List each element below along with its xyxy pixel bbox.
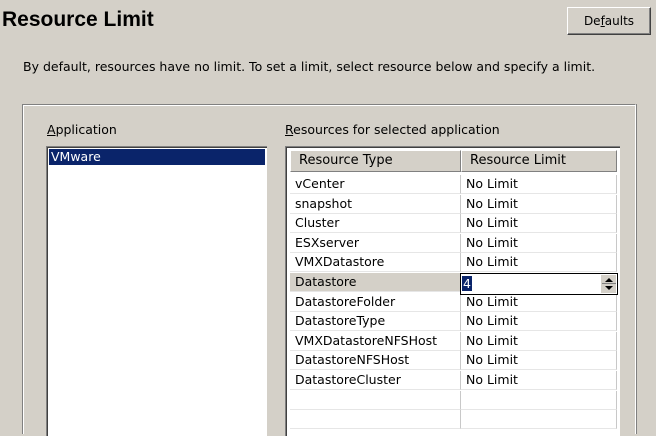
resource-type-cell[interactable]: Cluster: [290, 214, 461, 234]
application-list[interactable]: VMware: [46, 146, 267, 436]
resource-type-cell[interactable]: Datastore: [290, 273, 461, 292]
resource-type-cell[interactable]: vCenter: [290, 175, 461, 194]
spinner-divider: [602, 283, 616, 284]
resource-type-cell[interactable]: DatastoreFolder: [290, 292, 461, 312]
table-row[interactable]: DatastoreFolder No Limit: [288, 292, 621, 312]
resource-limit-cell[interactable]: No Limit: [461, 214, 617, 234]
resource-limit-cell[interactable]: No Limit: [461, 331, 617, 351]
resource-type-cell[interactable]: DatastoreType: [290, 312, 461, 332]
description-text: By default, resources have no limit. To …: [23, 59, 596, 74]
table-row[interactable]: ESXserver No Limit: [288, 233, 621, 253]
application-label-text: pplication: [55, 122, 117, 137]
resource-limit-cell[interactable]: No Limit: [461, 312, 617, 332]
column-header-resource-type[interactable]: Resource Type: [290, 150, 461, 172]
table-row[interactable]: vCenter No Limit: [288, 175, 621, 194]
application-label: Application: [47, 122, 117, 137]
resource-limit-cell[interactable]: No Limit: [461, 351, 617, 371]
limit-spinner-value[interactable]: 4: [462, 276, 472, 291]
application-item-vmware[interactable]: VMware: [49, 149, 265, 165]
resource-type-cell[interactable]: ESXserver: [290, 233, 461, 253]
resources-label: Resources for selected application: [285, 122, 500, 137]
table-row[interactable]: DatastoreNFSHost No Limit: [288, 351, 621, 371]
resources-label-text: esources for selected application: [293, 122, 500, 137]
empty-cell: [461, 410, 617, 430]
defaults-button-label-post: aults: [604, 14, 635, 28]
empty-table-row: [288, 390, 621, 410]
application-label-accel: A: [47, 122, 56, 137]
resource-limit-cell[interactable]: No Limit: [461, 292, 617, 312]
page-title: Resource Limit: [2, 8, 154, 31]
resource-type-cell[interactable]: DatastoreNFSHost: [290, 351, 461, 371]
spinner-down-icon[interactable]: [605, 286, 613, 290]
resources-label-accel: R: [285, 122, 294, 137]
table-row[interactable]: Cluster No Limit: [288, 214, 621, 234]
table-row[interactable]: VMXDatastore No Limit: [288, 253, 621, 273]
resource-limit-cell[interactable]: No Limit: [461, 233, 617, 253]
spinner-arrows[interactable]: [601, 275, 616, 293]
table-row[interactable]: DatastoreCluster No Limit: [288, 371, 621, 390]
defaults-button-label-pre: De: [583, 14, 601, 28]
defaults-button[interactable]: De f aults: [567, 7, 651, 35]
resource-type-cell[interactable]: VMXDatastoreNFSHost: [290, 331, 461, 351]
empty-table-row: [288, 410, 621, 430]
table-row[interactable]: VMXDatastoreNFSHost No Limit: [288, 331, 621, 351]
limit-spinner[interactable]: 4: [460, 273, 618, 295]
resource-limit-cell[interactable]: No Limit: [461, 194, 617, 214]
resource-limit-cell[interactable]: No Limit: [461, 175, 617, 194]
empty-cell: [461, 390, 617, 410]
resource-type-cell[interactable]: DatastoreCluster: [290, 371, 461, 390]
empty-cell: [290, 410, 461, 430]
resource-limit-cell[interactable]: No Limit: [461, 371, 617, 390]
resource-limit-cell[interactable]: No Limit: [461, 253, 617, 273]
table-row[interactable]: snapshot No Limit: [288, 194, 621, 214]
empty-cell: [290, 390, 461, 410]
resource-type-cell[interactable]: VMXDatastore: [290, 253, 461, 273]
table-row[interactable]: DatastoreType No Limit: [288, 312, 621, 332]
column-header-resource-limit[interactable]: Resource Limit: [461, 150, 617, 172]
spinner-up-icon[interactable]: [605, 278, 613, 282]
resource-type-cell[interactable]: snapshot: [290, 194, 461, 214]
